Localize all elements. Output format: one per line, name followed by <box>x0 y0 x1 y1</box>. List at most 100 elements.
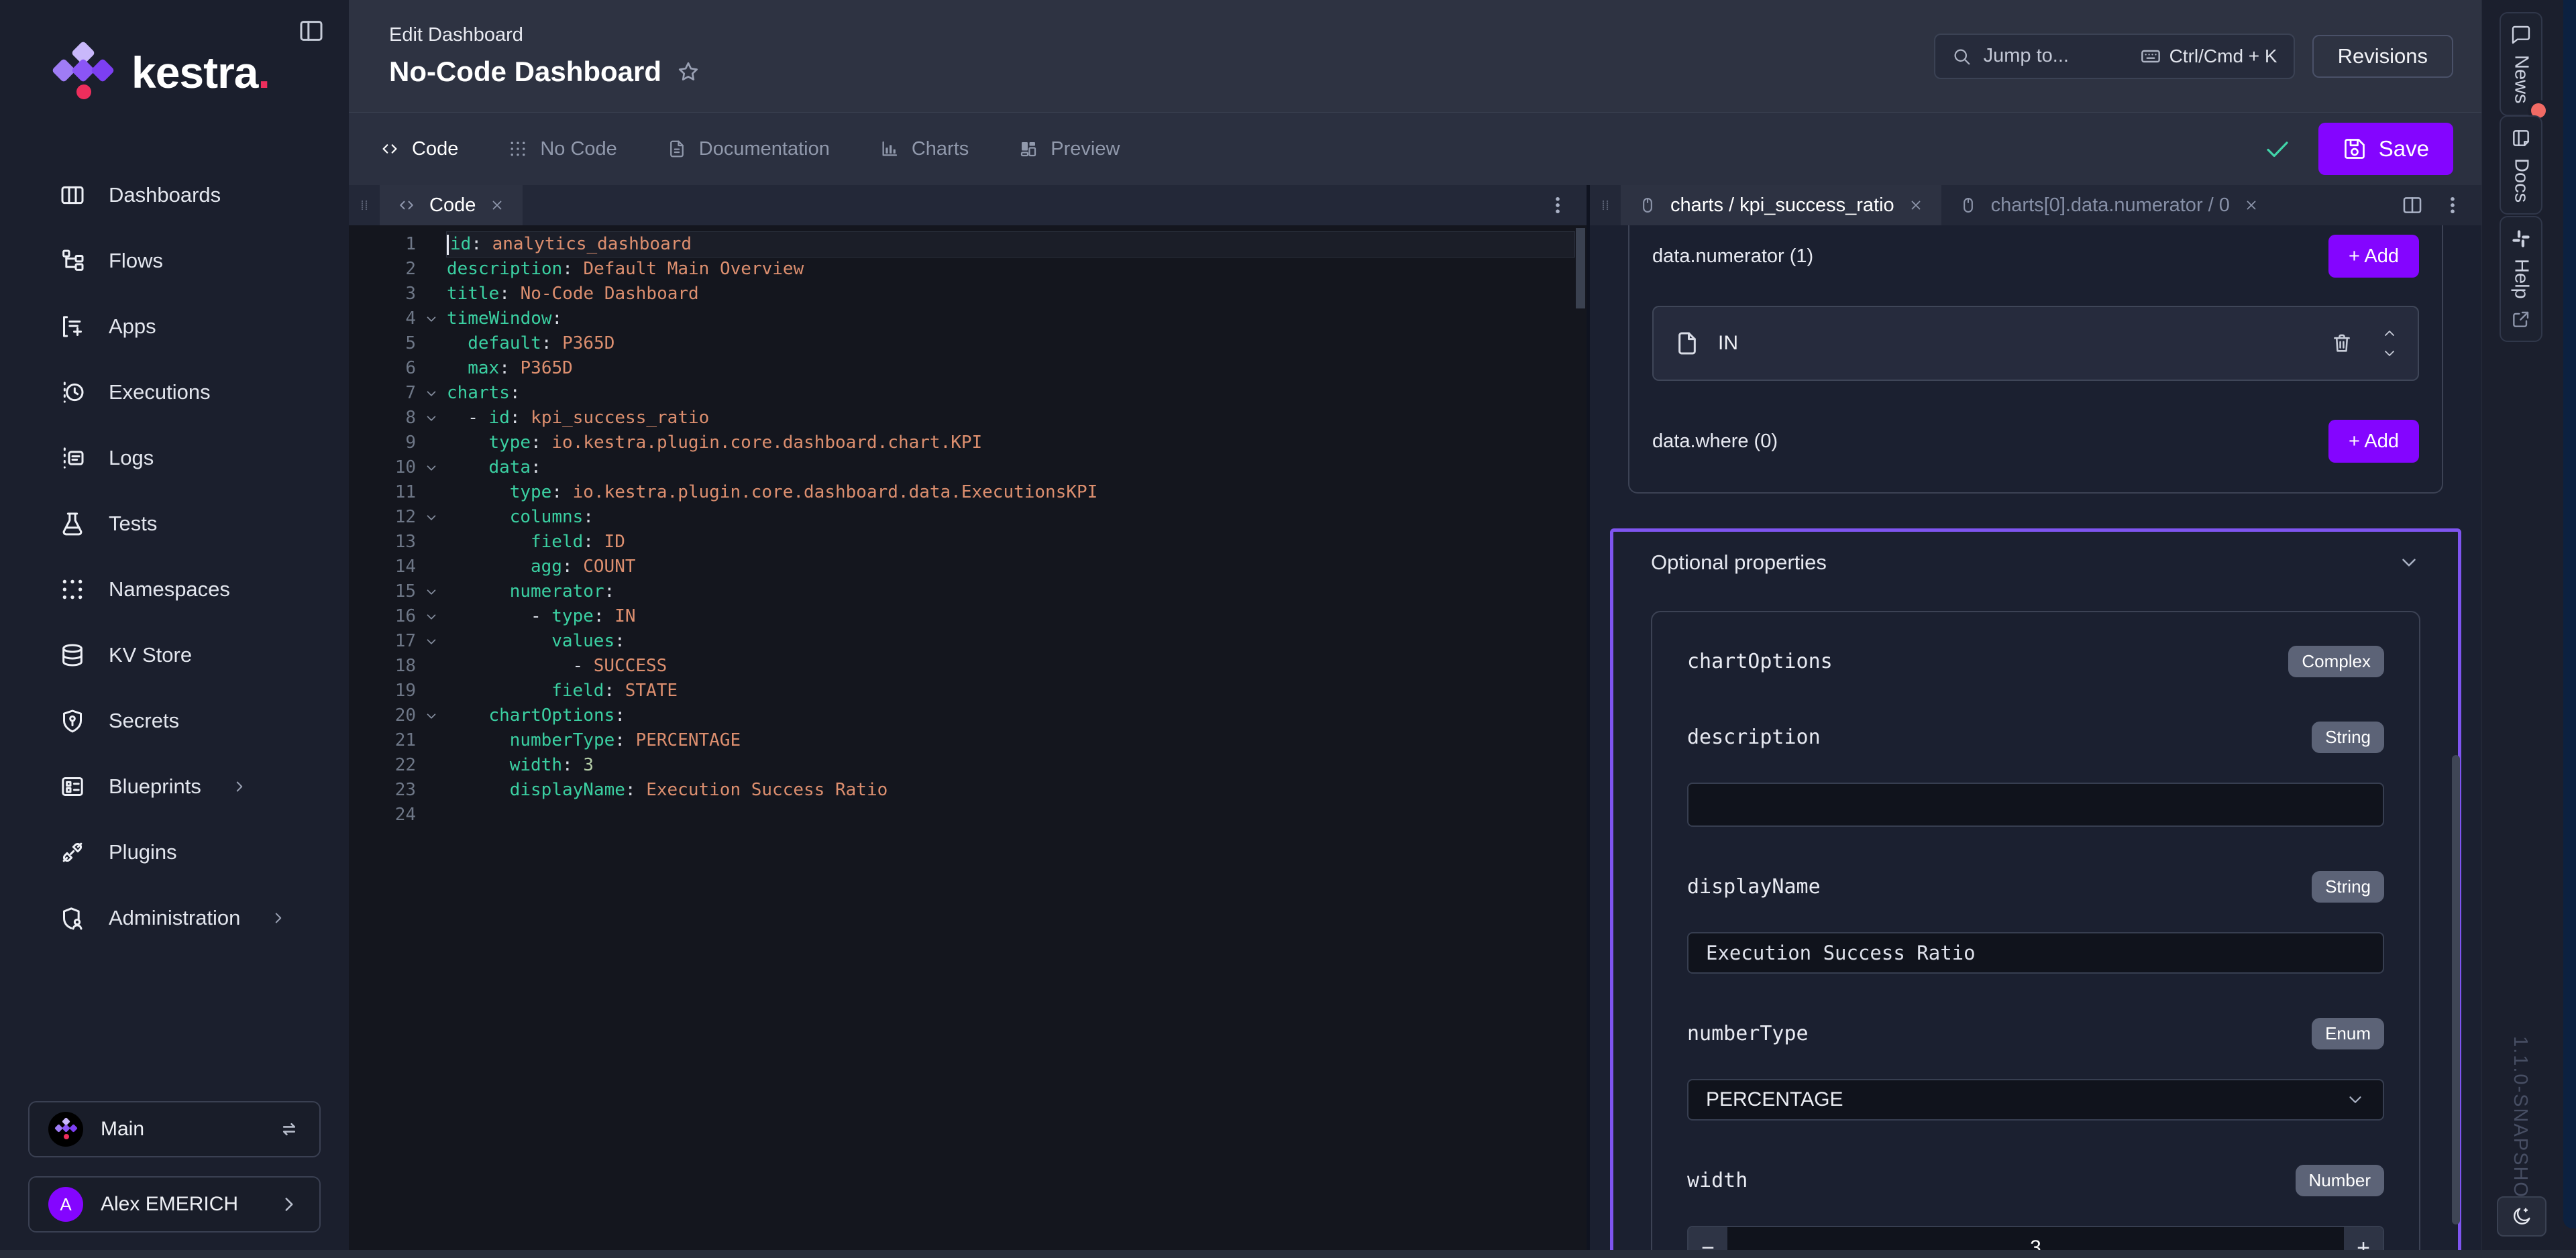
fold-chevron-icon[interactable] <box>416 579 447 604</box>
drag-handle-icon[interactable] <box>349 185 380 225</box>
line-number: 14 <box>349 555 416 579</box>
field-row-chartoptions: chartOptionsComplex <box>1687 646 2384 677</box>
code-text <box>447 803 1587 827</box>
sidebar-item-kv-store[interactable]: KV Store <box>0 622 349 688</box>
revisions-button[interactable]: Revisions <box>2312 35 2453 78</box>
line-number: 18 <box>349 654 416 679</box>
executions-icon <box>59 379 86 406</box>
kebab-menu-icon[interactable] <box>1546 194 1569 217</box>
code-text: charts: <box>447 381 1587 406</box>
trash-icon[interactable] <box>2330 332 2353 355</box>
sidebar-item-tests[interactable]: Tests <box>0 491 349 557</box>
props-tabbar: charts / kpi_success_ratiocharts[0].data… <box>1590 185 2481 225</box>
props-tab-charts-kpi-success-ratio[interactable]: charts / kpi_success_ratio <box>1621 185 1941 225</box>
fold-chevron-icon[interactable] <box>416 703 447 728</box>
tab-documentation[interactable]: Documentation <box>667 138 830 160</box>
fold-gutter <box>416 331 447 356</box>
kebab-menu-icon[interactable] <box>2441 194 2464 217</box>
panel-scrollbar[interactable] <box>2452 755 2460 1224</box>
yaml-editor[interactable]: 1id: analytics_dashboard2description: De… <box>349 225 1587 1258</box>
tenant-switcher[interactable]: Main <box>28 1101 321 1157</box>
sidebar-item-apps[interactable]: Apps <box>0 294 349 359</box>
save-button[interactable]: Save <box>2318 123 2453 175</box>
fold-chevron-icon[interactable] <box>416 455 447 480</box>
chevron-down-icon[interactable] <box>2381 345 2398 361</box>
optional-properties-header[interactable]: Optional properties <box>1651 551 2420 575</box>
sidebar-item-label: Executions <box>109 380 211 404</box>
sidebar-collapse-icon[interactable] <box>298 17 325 44</box>
sidebar-item-executions[interactable]: Executions <box>0 359 349 425</box>
editor-scrollbar[interactable] <box>1576 228 1585 308</box>
editor-mode-tabs: Code No Code Documentation Charts Preview <box>380 138 2263 160</box>
where-add-button[interactable]: + Add <box>2328 420 2419 463</box>
main-column: Edit Dashboard No-Code Dashboard Jump to… <box>349 0 2481 1258</box>
numbertype-select[interactable]: PERCENTAGE <box>1687 1079 2384 1121</box>
fold-chevron-icon[interactable] <box>416 381 447 406</box>
tab-preview[interactable]: Preview <box>1018 138 1120 160</box>
theme-toggle-button[interactable] <box>2497 1196 2546 1237</box>
code-text: type: io.kestra.plugin.core.dashboard.ch… <box>447 431 1587 455</box>
slack-icon <box>2510 228 2532 249</box>
code-lines: 1id: analytics_dashboard2description: De… <box>349 225 1587 827</box>
user-menu[interactable]: A Alex EMERICH <box>28 1176 321 1233</box>
code-line: 3title: No-Code Dashboard <box>349 282 1587 306</box>
code-line: 20chartOptions: <box>349 703 1587 728</box>
fold-gutter <box>416 803 447 827</box>
fold-chevron-icon[interactable] <box>416 406 447 431</box>
description-textarea[interactable] <box>1687 783 2384 827</box>
code-editor-pane: Code 1id: analytics_dashboard2descriptio… <box>349 185 1587 1258</box>
star-favorite-icon[interactable] <box>676 60 700 84</box>
sidebar-bottom: Main A Alex EMERICH <box>0 1101 349 1258</box>
jump-to-search[interactable]: Jump to... Ctrl/Cmd + K <box>1934 34 2295 79</box>
tab-code[interactable]: Code <box>380 138 458 160</box>
optional-fields-card: chartOptionsComplexdescriptionStringdisp… <box>1651 611 2420 1258</box>
code-line: 16- type: IN <box>349 604 1587 629</box>
code-line: 9type: io.kestra.plugin.core.dashboard.c… <box>349 431 1587 455</box>
fold-chevron-icon[interactable] <box>416 505 447 530</box>
rail-button-help[interactable]: Help <box>2500 216 2542 342</box>
code-text: data: <box>447 455 1587 480</box>
rail-button-docs[interactable]: Docs <box>2500 115 2542 215</box>
chevron-up-icon[interactable] <box>2381 325 2398 341</box>
sidebar-item-administration[interactable]: Administration <box>0 885 349 951</box>
numerator-add-button[interactable]: + Add <box>2328 235 2419 278</box>
search-shortcut: Ctrl/Cmd + K <box>2140 46 2277 67</box>
numerator-item-in[interactable]: IN <box>1652 306 2419 381</box>
kestra-logo: kestra. <box>0 0 349 103</box>
close-icon[interactable] <box>1908 197 1924 213</box>
field-name: displayName <box>1687 875 1821 899</box>
tab-charts[interactable]: Charts <box>879 138 969 160</box>
swap-icon[interactable] <box>278 1118 301 1141</box>
props-tab-charts-0-data-numerator-0[interactable]: charts[0].data.numerator / 0 <box>1941 185 2277 225</box>
sidebar-item-label: Plugins <box>109 840 177 864</box>
fold-chevron-icon[interactable] <box>416 604 447 629</box>
sidebar-item-blueprints[interactable]: Blueprints <box>0 754 349 819</box>
editor-nav-strip: Code No Code Documentation Charts Preview Sa… <box>349 112 2481 185</box>
fold-gutter <box>416 232 447 257</box>
sidebar-item-secrets[interactable]: Secrets <box>0 688 349 754</box>
fold-chevron-icon[interactable] <box>416 306 447 331</box>
drag-handle-icon[interactable] <box>1590 185 1621 225</box>
sidebar-item-flows[interactable]: Flows <box>0 228 349 294</box>
fold-chevron-icon[interactable] <box>416 629 447 654</box>
fold-gutter <box>416 282 447 306</box>
close-icon[interactable] <box>489 197 505 213</box>
sidebar-item-dashboards[interactable]: Dashboards <box>0 162 349 228</box>
code-line: 7charts: <box>349 381 1587 406</box>
code-text: description: Default Main Overview <box>447 257 1587 282</box>
code-text: default: P365D <box>447 331 1587 356</box>
tab-no-code[interactable]: No Code <box>508 138 616 160</box>
sidebar-item-label: Logs <box>109 446 154 470</box>
close-icon[interactable] <box>2243 197 2259 213</box>
displayname-input[interactable] <box>1687 932 2384 974</box>
split-panel-icon[interactable] <box>2401 194 2424 217</box>
validation-check-icon <box>2263 135 2292 163</box>
sidebar-item-logs[interactable]: Logs <box>0 425 349 491</box>
sidebar-item-namespaces[interactable]: Namespaces <box>0 557 349 622</box>
sidebar-item-label: Namespaces <box>109 577 230 602</box>
rail-button-news[interactable]: News <box>2500 12 2542 116</box>
editor-tab-code[interactable]: Code <box>380 185 523 225</box>
line-number: 23 <box>349 778 416 803</box>
sidebar-item-plugins[interactable]: Plugins <box>0 819 349 885</box>
fold-gutter <box>416 753 447 778</box>
